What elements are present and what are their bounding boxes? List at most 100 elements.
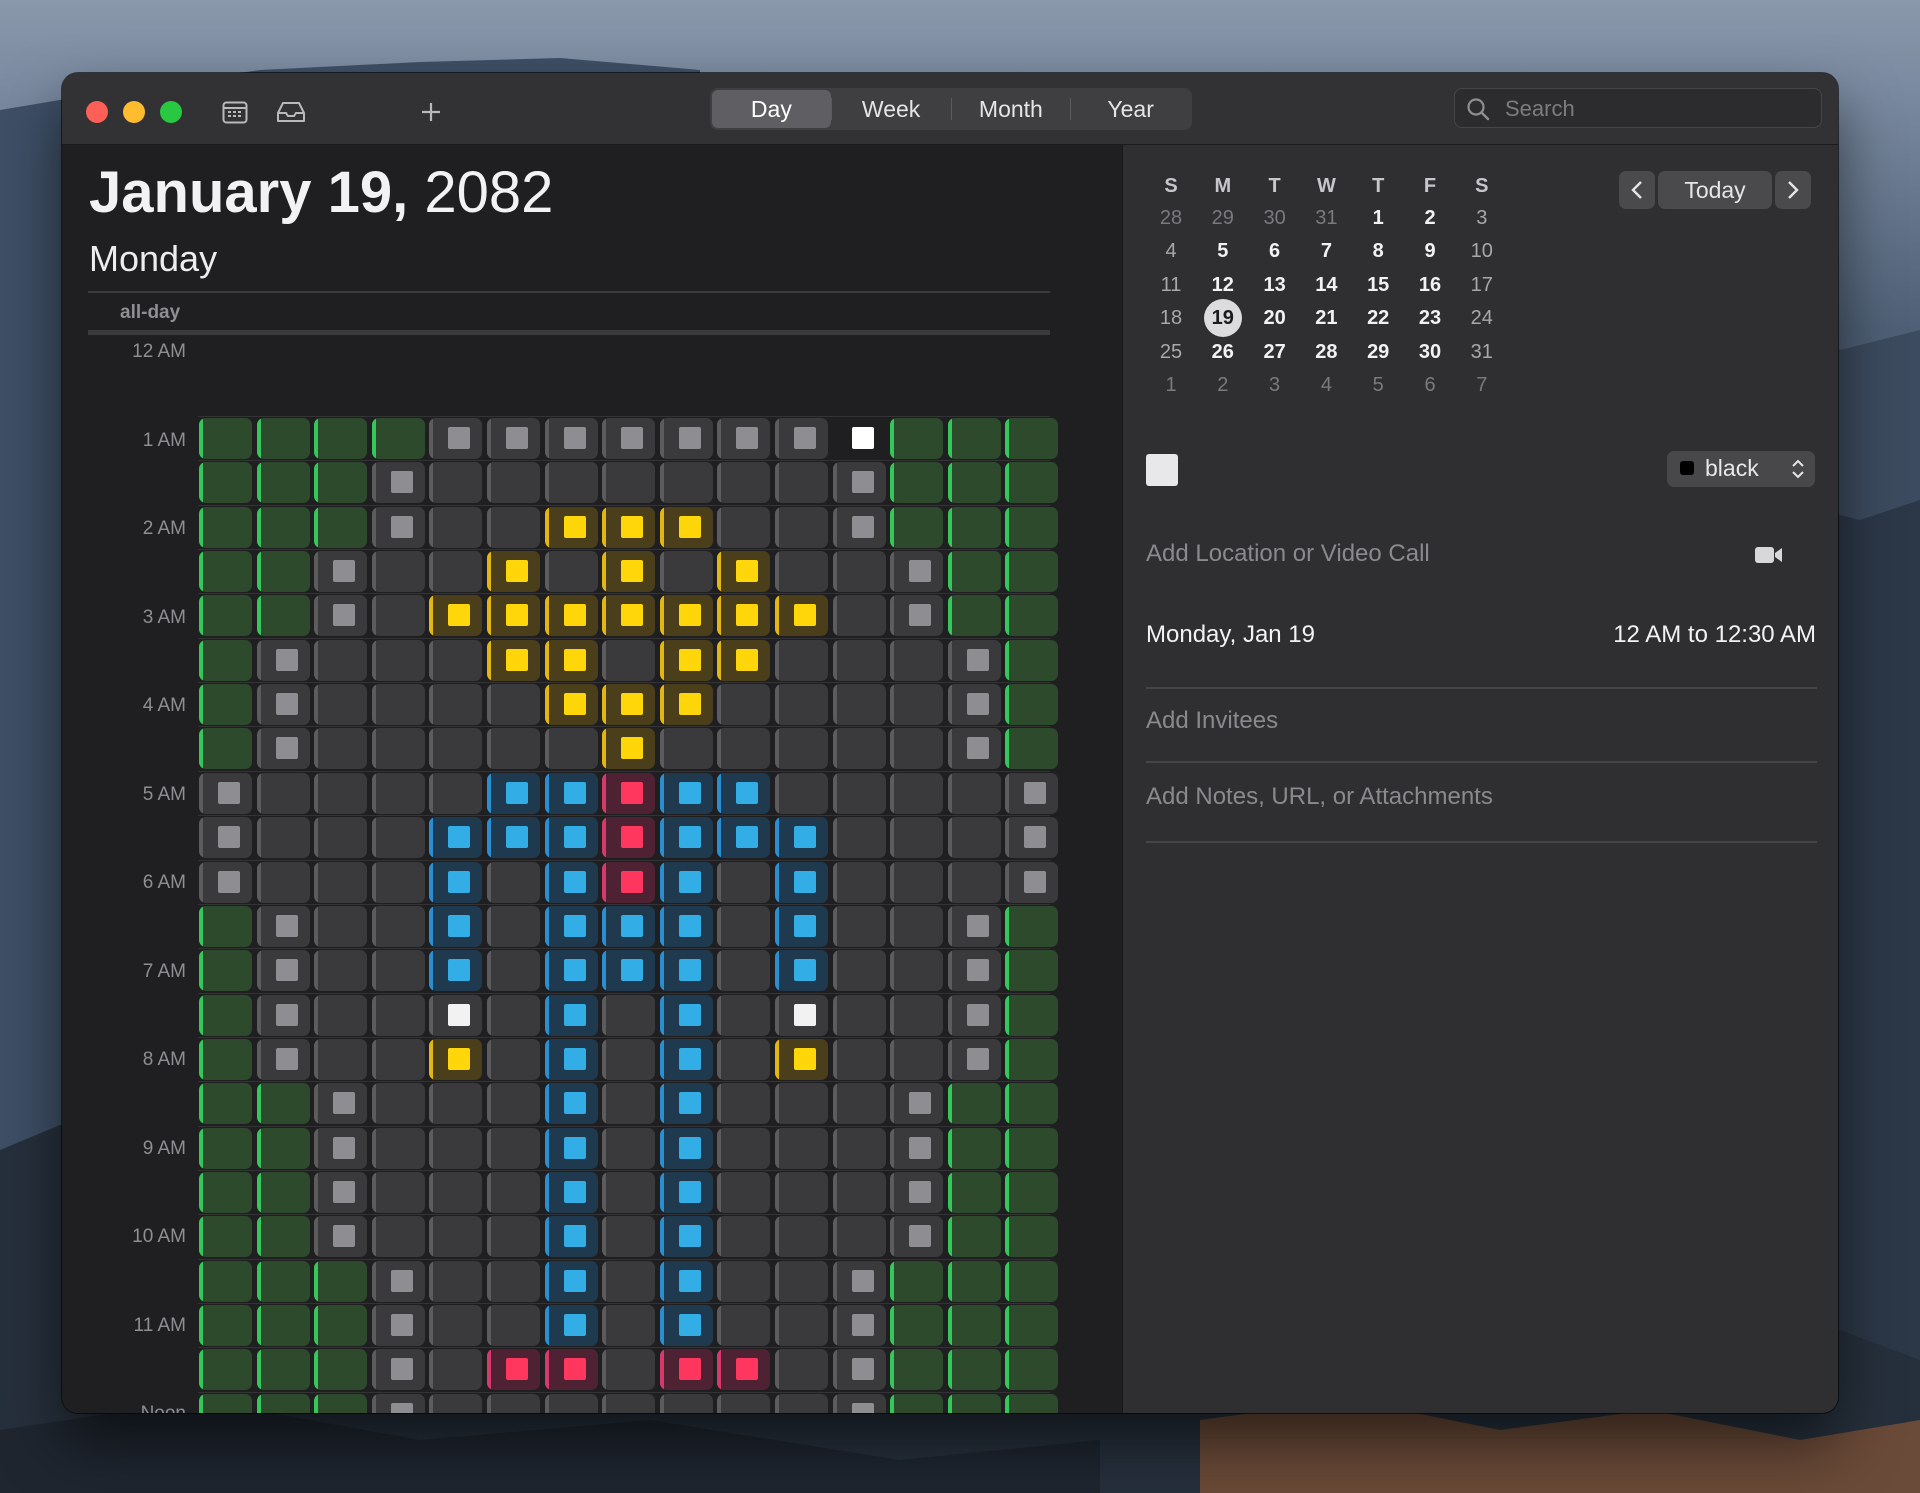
notes-field[interactable]: Add Notes, URL, or Attachments (1146, 783, 1493, 811)
event-block[interactable] (314, 1127, 368, 1169)
event-block[interactable] (1005, 1305, 1059, 1346)
event-block[interactable] (487, 1171, 540, 1213)
tab-week[interactable]: Week (832, 90, 951, 128)
event-block[interactable] (429, 950, 483, 992)
event-block[interactable] (717, 418, 771, 459)
event-block[interactable] (775, 595, 828, 637)
event-block[interactable] (544, 994, 598, 1036)
event-block[interactable] (602, 551, 656, 593)
event-block[interactable] (371, 1083, 425, 1125)
event-block[interactable] (775, 1171, 828, 1213)
event-block[interactable] (832, 905, 886, 947)
event-block[interactable] (199, 1349, 252, 1391)
mini-calendar-day[interactable]: 7 (1457, 374, 1507, 397)
event-block[interactable] (890, 1305, 944, 1346)
event-block[interactable] (717, 772, 771, 814)
event-block[interactable] (832, 861, 886, 903)
event-block[interactable] (314, 1393, 368, 1413)
mini-calendar-day[interactable]: 18 (1146, 307, 1196, 330)
calendars-list-button[interactable] (218, 95, 252, 129)
event-block[interactable] (890, 1171, 944, 1213)
event-block[interactable] (487, 639, 540, 681)
event-block[interactable] (890, 728, 944, 770)
event-block[interactable] (544, 1127, 598, 1169)
event-block[interactable] (544, 418, 598, 459)
event-block[interactable] (487, 551, 540, 593)
mini-calendar-day[interactable]: 3 (1457, 207, 1507, 230)
event-block[interactable] (602, 772, 656, 814)
event-block[interactable] (1005, 728, 1059, 770)
event-block[interactable] (256, 1127, 310, 1169)
event-block[interactable] (487, 1083, 540, 1125)
event-block[interactable] (371, 1127, 425, 1169)
event-block[interactable] (314, 639, 368, 681)
event-block[interactable] (602, 905, 656, 947)
event-block[interactable] (544, 1260, 598, 1302)
event-block[interactable] (775, 817, 828, 859)
event-block[interactable] (717, 684, 771, 726)
event-block[interactable] (314, 595, 368, 637)
event-block[interactable] (890, 506, 944, 548)
event-block[interactable] (602, 1038, 656, 1080)
tab-month[interactable]: Month (952, 90, 1071, 128)
event-block[interactable] (487, 418, 540, 459)
event-block[interactable] (487, 1305, 540, 1346)
event-block[interactable] (199, 994, 252, 1036)
event-block[interactable] (256, 462, 310, 504)
event-block[interactable] (717, 1127, 771, 1169)
mini-calendar-day[interactable]: 1 (1353, 207, 1403, 230)
event-block[interactable] (314, 905, 368, 947)
event-block[interactable] (256, 1083, 310, 1125)
event-block[interactable] (890, 1216, 944, 1258)
event-block[interactable] (717, 639, 771, 681)
event-block[interactable] (717, 1171, 771, 1213)
event-block[interactable] (429, 1038, 483, 1080)
event-block[interactable] (659, 1305, 713, 1346)
event-block[interactable] (314, 1349, 368, 1391)
mini-calendar-day[interactable]: 8 (1353, 240, 1403, 263)
event-block[interactable] (717, 1083, 771, 1125)
event-block[interactable] (371, 1393, 425, 1413)
event-block[interactable] (947, 639, 1001, 681)
event-block[interactable] (717, 1305, 771, 1346)
event-block[interactable] (717, 1260, 771, 1302)
event-block[interactable] (602, 1260, 656, 1302)
event-block[interactable] (659, 595, 713, 637)
event-block[interactable] (314, 772, 368, 814)
event-block[interactable] (775, 506, 828, 548)
event-block[interactable] (602, 1393, 656, 1413)
mini-calendar-day[interactable]: 11 (1146, 274, 1196, 297)
event-block[interactable] (1005, 950, 1059, 992)
event-block[interactable] (371, 1171, 425, 1213)
event-block[interactable] (947, 1038, 1001, 1080)
event-block[interactable] (314, 1260, 368, 1302)
event-block[interactable] (314, 551, 368, 593)
event-block[interactable] (199, 1083, 252, 1125)
event-block[interactable] (1005, 684, 1059, 726)
event-block[interactable] (890, 1349, 944, 1391)
event-block[interactable] (659, 639, 713, 681)
event-block[interactable] (947, 1171, 1001, 1213)
event-block[interactable] (717, 905, 771, 947)
inbox-button[interactable] (274, 95, 308, 129)
mini-calendar-day[interactable]: 5 (1353, 374, 1403, 397)
event-block[interactable] (602, 1083, 656, 1125)
event-block[interactable] (314, 462, 368, 504)
event-block[interactable] (832, 1305, 886, 1346)
event-block[interactable] (487, 506, 540, 548)
event-block[interactable] (659, 772, 713, 814)
event-block[interactable] (775, 462, 828, 504)
event-block[interactable] (256, 506, 310, 548)
mini-calendar-day[interactable]: 25 (1146, 341, 1196, 364)
event-block[interactable] (832, 994, 886, 1036)
event-block[interactable] (487, 1038, 540, 1080)
location-field[interactable]: Add Location or Video Call (1146, 540, 1430, 568)
event-block[interactable] (371, 684, 425, 726)
event-block[interactable] (544, 462, 598, 504)
event-block[interactable] (371, 418, 425, 459)
event-block[interactable] (1005, 861, 1059, 903)
event-block[interactable] (602, 861, 656, 903)
event-block[interactable] (487, 1393, 540, 1413)
mini-calendar-day[interactable]: 31 (1301, 207, 1351, 230)
mini-calendar-day[interactable]: 31 (1457, 341, 1507, 364)
